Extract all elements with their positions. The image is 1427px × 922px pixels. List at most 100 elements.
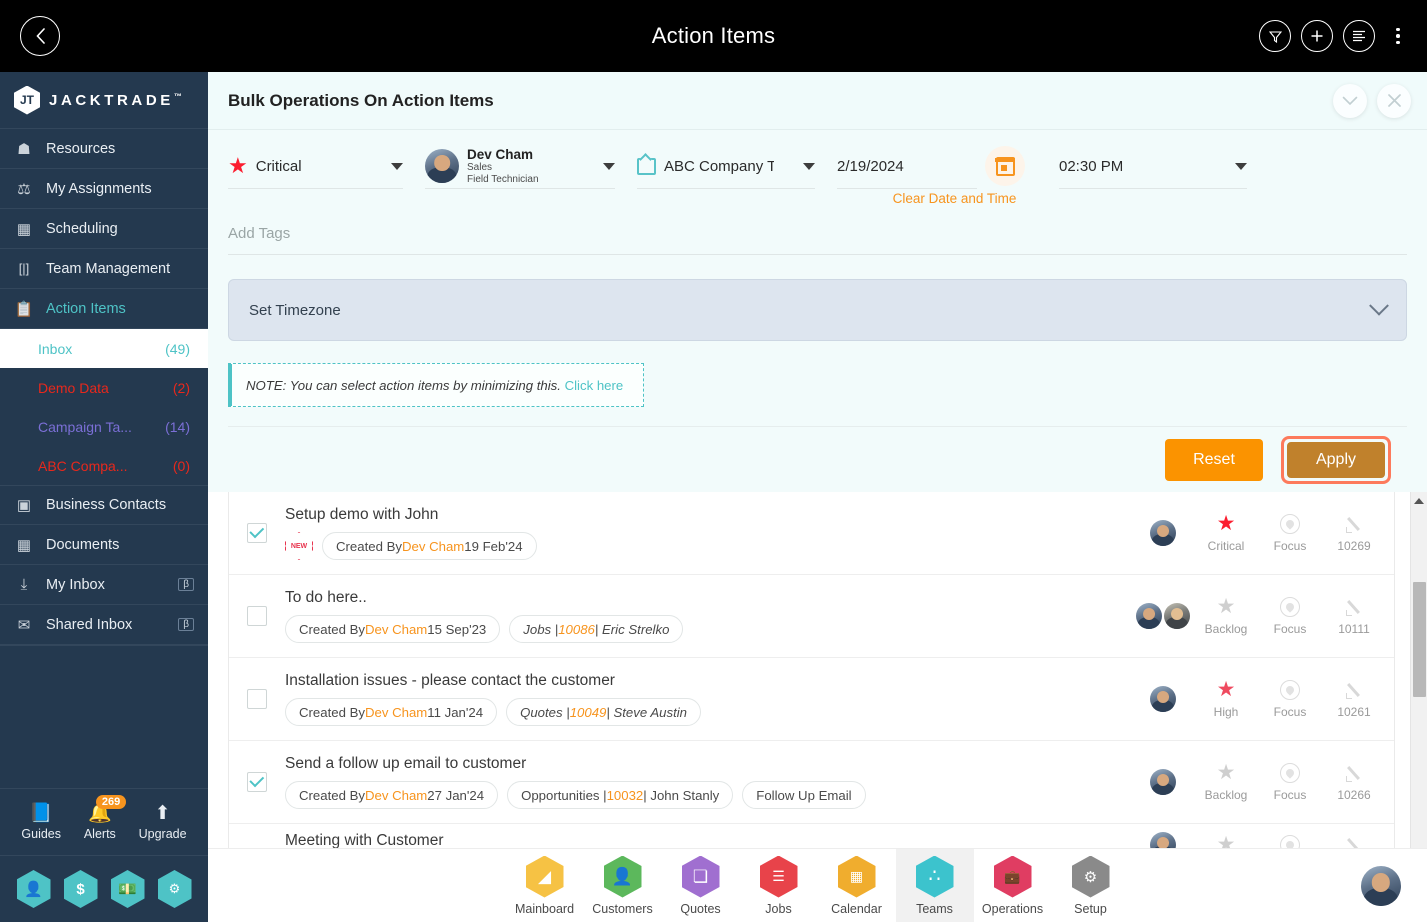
row-checkbox[interactable] (247, 606, 267, 626)
reset-button[interactable]: Reset (1165, 438, 1263, 481)
sidebar-item-my-inbox[interactable]: ⤓ My Inbox β (0, 565, 208, 605)
chip-name: Dev Cham (364, 704, 428, 720)
table-row[interactable]: To do here.. Created By Dev Cham 15 Sep'… (229, 575, 1394, 658)
my-inbox-icon: ⤓ (20, 576, 28, 593)
row-edit[interactable]: 10111 (1322, 597, 1386, 636)
created-by-chip: Created By Dev Cham 27 Jan'24 (285, 781, 499, 809)
row-focus[interactable]: Focus (1258, 596, 1322, 636)
sidebar-item-scheduling[interactable]: ▦ Scheduling (0, 209, 208, 249)
date-value: 2/19/2024 (837, 157, 904, 175)
brand-name-text: JACKTRADE (49, 91, 174, 109)
sidebar-item-shared-inbox[interactable]: ✉ Shared Inbox β (0, 605, 208, 645)
workflow-hex-icon[interactable]: ⚙ (157, 870, 192, 908)
table-row[interactable]: Setup demo with John NEW Created By Dev … (229, 492, 1394, 575)
filter-glyph (1268, 30, 1282, 43)
row-priority[interactable]: ★ Backlog (1194, 762, 1258, 802)
bottom-nav-mainboard[interactable]: ◢ Mainboard (506, 849, 584, 922)
row-focus[interactable]: Focus (1258, 679, 1322, 719)
collapse-panel-button[interactable] (1333, 83, 1367, 118)
row-focus[interactable]: Focus (1258, 513, 1322, 553)
sidebar-item-business-contacts[interactable]: ▣ Business Contacts (0, 485, 208, 525)
apply-button[interactable]: Apply (1287, 441, 1385, 478)
sidebar-item-team-management[interactable]: [|] Team Management (0, 249, 208, 289)
list-view-icon[interactable] (1343, 20, 1375, 52)
star-icon: ★ (228, 153, 248, 178)
form-row-primary: ★ Critical Dev Cham Sales Field Technici… (228, 144, 1407, 193)
back-button[interactable] (20, 16, 60, 56)
sidebar-subitem-demo-data[interactable]: Demo Data (2) (0, 368, 208, 407)
bottom-nav-calendar[interactable]: ▦ Calendar (818, 849, 896, 922)
bottom-nav-label: Teams (916, 901, 953, 916)
tags-input[interactable]: Add Tags (228, 212, 1407, 254)
sidebar-item-action-items[interactable]: 📋 Action Items (0, 289, 208, 329)
avatar[interactable] (1164, 603, 1190, 629)
bottom-nav-jobs[interactable]: ☰ Jobs (740, 849, 818, 922)
sidebar: JT JACKTRADE™ ☗ Resources ⚖ My Assignmen… (0, 72, 208, 922)
sidebar-item-resources[interactable]: ☗ Resources (0, 129, 208, 169)
alerts-label: Alerts (83, 826, 116, 841)
bottom-nav-label: Setup (1074, 901, 1107, 916)
bottom-nav-teams[interactable]: ∴ Teams (895, 848, 974, 922)
row-edit[interactable]: 10261 (1322, 680, 1386, 719)
team-management-icon: [|] (18, 261, 30, 276)
assignee-select[interactable]: Dev Cham Sales Field Technician (425, 144, 615, 193)
focus-label: Focus (1273, 787, 1307, 802)
row-focus[interactable]: Focus (1258, 762, 1322, 802)
row-priority[interactable]: ★ Critical (1194, 513, 1258, 553)
upgrade-button[interactable]: ⬆ Upgrade (139, 803, 187, 841)
filter-icon[interactable] (1259, 20, 1291, 52)
note-click-here-link[interactable]: Click here (565, 378, 624, 393)
table-row[interactable]: Send a follow up email to customer Creat… (229, 741, 1394, 824)
priority-label: Backlog (1204, 787, 1248, 802)
kebab-menu-icon[interactable] (1385, 20, 1411, 52)
clear-date-time-link[interactable]: Clear Date and Time (867, 191, 1042, 206)
row-checkbox[interactable] (247, 689, 267, 709)
sidebar-subitem-inbox[interactable]: Inbox (49) (0, 329, 208, 368)
bottom-nav-operations[interactable]: 💼 Operations (974, 849, 1052, 922)
profile-avatar[interactable] (1361, 866, 1401, 906)
bottom-nav-setup[interactable]: ⚙ Setup (1052, 849, 1130, 922)
guides-button[interactable]: 📘 Guides (21, 803, 61, 841)
bottom-nav-quotes[interactable]: ❏ Quotes (662, 849, 740, 922)
priority-select[interactable]: ★ Critical (228, 144, 403, 193)
payments-hex-icon[interactable]: 💵 (110, 870, 145, 908)
avatar[interactable] (1136, 603, 1162, 629)
row-edit[interactable]: 10266 (1322, 763, 1386, 802)
sidebar-item-documents[interactable]: ▦ Documents (0, 525, 208, 565)
avatar[interactable] (1150, 769, 1176, 795)
avatar[interactable] (1150, 686, 1176, 712)
table-row[interactable]: Installation issues - please contact the… (229, 658, 1394, 741)
sidebar-item-my-assignments[interactable]: ⚖ My Assignments (0, 169, 208, 209)
company-select[interactable]: ABC Company T (637, 144, 815, 193)
chip-suffix: | John Stanly (643, 787, 720, 803)
alerts-button[interactable]: 269 🔔 Alerts (83, 794, 127, 841)
bottom-nav-customers[interactable]: 👤 Customers (584, 849, 662, 922)
tags-field[interactable]: Add Tags (228, 212, 1407, 257)
field-underline (228, 188, 403, 189)
bottom-nav-label: Customers (592, 901, 653, 916)
set-timezone-accordion[interactable]: Set Timezone (228, 279, 1407, 341)
time-select[interactable]: 02:30 PM (1059, 144, 1247, 193)
row-title: Send a follow up email to customer (285, 755, 527, 772)
scroll-up-button[interactable] (1411, 492, 1427, 509)
row-priority[interactable]: ★ Backlog (1194, 594, 1258, 636)
sidebar-subitem-abc-company[interactable]: ABC Compa... (0) (0, 446, 208, 485)
row-edit[interactable]: 10269 (1322, 514, 1386, 553)
add-icon[interactable] (1301, 20, 1333, 52)
scrollbar-thumb[interactable] (1413, 582, 1426, 697)
sidebar-subitem-campaign-tasks[interactable]: Campaign Ta... (14) (0, 407, 208, 446)
calendar-picker-button[interactable] (985, 146, 1025, 186)
priority-label: Backlog (1204, 621, 1248, 636)
bottom-nav-label: Quotes (680, 901, 721, 916)
avatar[interactable] (1150, 520, 1176, 546)
brand-logo[interactable]: JT JACKTRADE™ (0, 72, 208, 129)
sidebar-spacer (0, 645, 208, 788)
contact-hex-icon[interactable]: 👤 (16, 870, 51, 908)
row-checkbox[interactable] (247, 523, 267, 543)
star-icon: ★ (1216, 594, 1236, 618)
close-panel-button[interactable] (1377, 83, 1411, 118)
billing-hex-icon[interactable]: $ (63, 870, 98, 908)
row-checkbox[interactable] (247, 772, 267, 792)
row-priority[interactable]: ★ High (1194, 679, 1258, 719)
date-field[interactable]: 2/19/2024 (837, 144, 977, 193)
